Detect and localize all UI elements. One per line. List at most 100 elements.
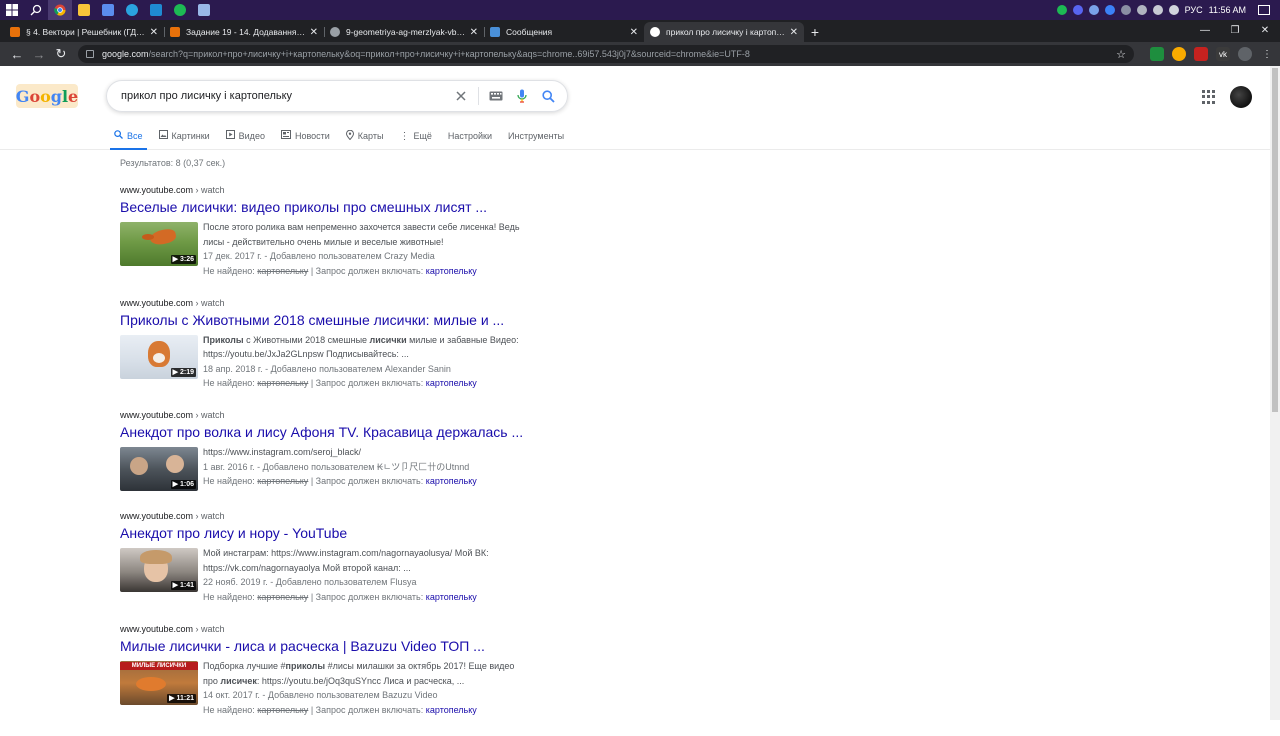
result-snippet: Мой инстаграм: https://www.instagram.com…	[203, 548, 489, 573]
result-meta: 22 нояб. 2019 г. - Добавлено пользовател…	[203, 577, 417, 588]
tray-app-icon[interactable]	[1072, 5, 1083, 15]
tab-label: Настройки	[447, 131, 493, 141]
tab-maps[interactable]: Карты	[345, 122, 383, 150]
result-title-link[interactable]: Анекдот про лису и нору - YouTube	[120, 524, 540, 542]
adblock-extension-icon[interactable]	[1150, 47, 1164, 61]
language-indicator[interactable]: РУС	[1185, 5, 1203, 15]
tray-app-icon[interactable]	[1088, 5, 1099, 15]
video-thumbnail[interactable]: ▶ 3:26	[120, 222, 198, 266]
keyboard-icon[interactable]	[483, 83, 509, 109]
video-thumbnail[interactable]: МИЛЫЕ ЛИСИЧКИ ▶ 11:21	[120, 661, 198, 706]
back-arrow-icon[interactable]: ←	[6, 43, 28, 65]
result-meta: 1 авг. 2016 г. - Добавлено пользователем…	[203, 461, 470, 472]
vscode-icon[interactable]	[144, 0, 168, 20]
volume-icon[interactable]	[1168, 5, 1179, 15]
google-apps-icon[interactable]	[1202, 90, 1216, 104]
require-term-link[interactable]: картопельку	[426, 378, 477, 388]
tray-app-icon[interactable]	[1120, 5, 1131, 15]
profile-icon[interactable]	[1238, 47, 1252, 61]
search-input[interactable]	[121, 90, 448, 102]
close-tab-icon[interactable]: ✕	[310, 27, 318, 38]
spotify-tray-icon[interactable]	[1056, 5, 1067, 15]
result-title-link[interactable]: Милые лисички - лиса и расческа | Bazuzu…	[120, 637, 540, 655]
bookmark-star-icon[interactable]: ☆	[1110, 48, 1126, 61]
close-tab-icon[interactable]: ✕	[470, 27, 478, 38]
bluetooth-icon[interactable]	[1104, 5, 1115, 15]
browser-tab[interactable]: Задание 19 - 14. Додавання і віднімання …	[164, 22, 324, 42]
clear-search-icon[interactable]	[448, 83, 474, 109]
result-url[interactable]: www.youtube.com › watch	[120, 409, 540, 421]
extension-icon[interactable]	[1172, 47, 1186, 61]
result-url[interactable]: www.youtube.com › watch	[120, 297, 540, 309]
menu-dots-icon[interactable]: ⋮	[1260, 47, 1274, 61]
close-tab-icon[interactable]: ✕	[630, 27, 638, 38]
video-thumbnail[interactable]: ▶ 1:41	[120, 548, 198, 593]
extension-icon[interactable]	[1194, 47, 1208, 61]
result-title-link[interactable]: Веселые лисички: видео приколы про смешн…	[120, 198, 540, 216]
require-term-link[interactable]: картопельку	[426, 592, 477, 602]
tab-more[interactable]: ⋮ Ещё	[399, 122, 431, 150]
browser-toolbar: ← → ↻ google.com /search?q=прикол+про+ли…	[0, 42, 1280, 66]
minimize-icon[interactable]: —	[1190, 20, 1220, 40]
missing-term: картопельку	[257, 476, 309, 487]
close-tab-icon[interactable]: ✕	[150, 27, 158, 38]
forward-arrow-icon[interactable]: →	[28, 43, 50, 65]
notifications-icon[interactable]	[1258, 5, 1270, 15]
restore-icon[interactable]: ❐	[1220, 20, 1250, 40]
result-url[interactable]: www.youtube.com › watch	[120, 184, 540, 196]
result-title-link[interactable]: Приколы с Животными 2018 смешные лисички…	[120, 311, 540, 329]
require-term-link[interactable]: картопельку	[426, 266, 477, 276]
tab-tools[interactable]: Инструменты	[508, 122, 564, 150]
result-title-link[interactable]: Анекдот про волка и лису Афоня TV. Краса…	[120, 423, 540, 441]
tab-all[interactable]: Все	[110, 122, 146, 150]
missing-terms: Не найдено: картопельку | Запрос должен …	[203, 265, 477, 276]
microphone-icon[interactable]	[509, 83, 535, 109]
close-window-icon[interactable]: ✕	[1250, 20, 1280, 40]
browser-tab-active[interactable]: прикол про лисичку і картопельку ✕	[644, 22, 804, 42]
browser-tab[interactable]: 9-geometriya-ag-merzlyak-vb-polonsky ✕	[324, 22, 484, 42]
spotify-icon[interactable]	[168, 0, 192, 20]
browser-tab[interactable]: Сообщения ✕	[484, 22, 644, 42]
browser-tab[interactable]: § 4. Вектори | Решебник (ГДЗ) Геометрія …	[4, 22, 164, 42]
windows-taskbar: РУС 11:56 AM	[0, 0, 1280, 20]
app-icon[interactable]	[96, 0, 120, 20]
video-thumbnail[interactable]: ▶ 1:06	[120, 447, 198, 492]
scrollbar-thumb[interactable]	[1272, 68, 1278, 412]
tab-settings[interactable]: Настройки	[448, 122, 492, 150]
account-avatar[interactable]	[1230, 86, 1252, 108]
lock-icon[interactable]	[86, 50, 94, 58]
file-explorer-icon[interactable]	[72, 0, 96, 20]
require-term-link[interactable]: картопельку	[426, 705, 477, 715]
result-url[interactable]: www.youtube.com › watch	[120, 510, 540, 522]
video-duration: ▶ 1:41	[170, 581, 196, 591]
missing-terms: Не найдено: картопельку | Запрос должен …	[203, 476, 477, 487]
tray-app-icon[interactable]	[1136, 5, 1147, 15]
new-tab-button[interactable]: +	[804, 22, 826, 42]
tab-title: прикол про лисичку і картопельку	[666, 27, 786, 37]
notes-icon[interactable]	[192, 0, 216, 20]
address-bar[interactable]: google.com /search?q=прикол+про+лисичку+…	[78, 45, 1134, 63]
telegram-icon[interactable]	[120, 0, 144, 20]
close-tab-icon[interactable]: ✕	[790, 27, 798, 38]
reload-icon[interactable]: ↻	[50, 43, 72, 65]
clock[interactable]: 11:56 AM	[1209, 5, 1246, 15]
require-term-link[interactable]: картопельку	[426, 476, 477, 486]
search-icon[interactable]	[24, 0, 48, 20]
page-scrollbar[interactable]	[1270, 66, 1280, 720]
search-icon	[114, 130, 123, 142]
result-url[interactable]: www.youtube.com › watch	[120, 623, 540, 635]
video-thumbnail[interactable]: ▶ 2:19	[120, 334, 198, 379]
map-pin-icon	[345, 129, 354, 143]
search-submit-icon[interactable]	[535, 83, 561, 109]
tab-images[interactable]: Картинки	[158, 122, 210, 150]
vk-extension-icon[interactable]: vk	[1216, 47, 1230, 61]
tab-news[interactable]: Новости	[280, 122, 330, 150]
google-doodle-logo[interactable]: Google	[16, 84, 78, 108]
chrome-taskbar-icon[interactable]	[48, 0, 72, 20]
tab-label: Инструменты	[508, 131, 565, 141]
search-box[interactable]	[106, 80, 568, 112]
windows-start-icon[interactable]	[0, 0, 24, 20]
wifi-icon[interactable]	[1152, 5, 1163, 15]
result-meta: 18 апр. 2018 г. - Добавлено пользователе…	[203, 363, 451, 374]
tab-video[interactable]: Видео	[225, 122, 265, 150]
